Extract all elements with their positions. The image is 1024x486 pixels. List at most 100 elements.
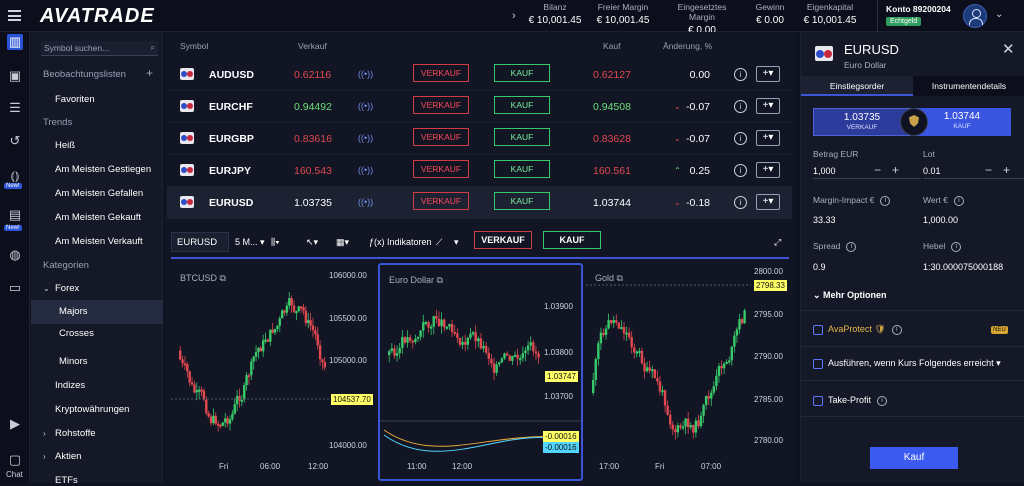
interval-select[interactable]: 5 M... ▾ xyxy=(235,237,265,248)
chat-icon[interactable]: ▢ xyxy=(7,452,23,468)
table-row[interactable]: EURCHF 0.94492 ((•)) VERKAUF KAUF 0.94508 ⌄ -0.… xyxy=(167,91,792,123)
signal-icon[interactable]: ((•)) xyxy=(358,101,373,111)
buy-submit-button[interactable]: Kauf xyxy=(870,447,958,469)
x-tick: Fri xyxy=(219,462,229,471)
row-buy-button[interactable]: KAUF xyxy=(494,160,550,178)
chevron-down-icon[interactable]: ⌄ xyxy=(43,284,50,293)
row-buy-button[interactable]: KAUF xyxy=(494,128,550,146)
signal-icon[interactable]: ((•)) xyxy=(358,197,373,207)
table-row[interactable]: EURGBP 0.83616 ((•)) VERKAUF KAUF 0.83628 ⌄ -0.… xyxy=(167,123,792,155)
sidebar-item-trend[interactable]: Heiß xyxy=(55,140,75,151)
add-watchlist-icon[interactable]: + xyxy=(146,66,153,80)
card-icon[interactable]: ▭ xyxy=(7,280,23,296)
chart-panel-btcusd[interactable]: BTCUSD ⧉ 106000.00 105500.00 105000.00 1… xyxy=(171,263,375,481)
info-icon[interactable]: i xyxy=(734,132,747,145)
candle xyxy=(188,371,191,383)
signal-icon[interactable]: ((•)) xyxy=(358,165,373,175)
expand-icon[interactable]: ⤢ xyxy=(774,237,781,248)
lot-plus[interactable]: + xyxy=(1003,163,1010,177)
candle-type-icon[interactable]: ⫼▾ xyxy=(271,237,280,248)
add-menu-button[interactable]: +▾ xyxy=(756,162,780,178)
info-icon[interactable]: i xyxy=(734,100,747,113)
history-icon[interactable]: ↺ xyxy=(7,133,23,149)
chart-symbol-input[interactable]: EURUSD xyxy=(171,232,229,252)
cursor-icon[interactable]: ↖▾ xyxy=(306,237,318,248)
chart-panel-gold[interactable]: Gold ⧉ 2800.00 2795.00 2790.00 2785.00 2… xyxy=(586,263,789,481)
sidebar-item-minors[interactable]: Minors xyxy=(59,356,88,367)
add-menu-button[interactable]: +▾ xyxy=(756,194,780,210)
sidebar-item-stocks[interactable]: Aktien xyxy=(55,451,81,462)
sidebar-item-commodities[interactable]: Rohstoffe xyxy=(55,428,96,439)
signal-icon[interactable]: ((•)) xyxy=(358,69,373,79)
info-icon[interactable]: i xyxy=(734,164,747,177)
chevron-right-icon[interactable]: › xyxy=(43,452,46,461)
chevron-right-icon[interactable]: › xyxy=(43,429,46,438)
more-options-toggle[interactable]: ⌄ Mehr Optionen xyxy=(813,290,887,301)
lot-minus[interactable]: − xyxy=(985,163,992,177)
amount-minus[interactable]: − xyxy=(874,163,881,177)
chart-buy-button[interactable]: KAUF xyxy=(543,231,601,249)
search-input[interactable]: Symbol suchen... ⌕ xyxy=(41,41,158,56)
briefcase-icon[interactable]: ▣ xyxy=(7,68,23,84)
close-icon[interactable]: ✕ xyxy=(1002,40,1015,58)
table-row[interactable]: AUDUSD 0.62116 ((•)) VERKAUF KAUF 0.62127 0.00… xyxy=(167,59,792,91)
sidebar-item-trend[interactable]: Am Meisten Verkauft xyxy=(55,236,143,247)
sidebar-item-crypto[interactable]: Kryptowährungen xyxy=(55,404,129,415)
video-icon[interactable]: ▶ xyxy=(7,416,23,432)
sidebar-item-trend[interactable]: Am Meisten Gestiegen xyxy=(55,164,151,175)
avaprotect-checkbox[interactable] xyxy=(813,325,823,335)
avatar[interactable] xyxy=(963,4,987,28)
signal-icon[interactable]: ((•)) xyxy=(358,133,373,143)
execute-checkbox[interactable] xyxy=(813,359,823,369)
row-buy-button[interactable]: KAUF xyxy=(494,64,550,82)
sidebar-item-trend[interactable]: Am Meisten Gefallen xyxy=(55,188,143,199)
row-sell-button[interactable]: VERKAUF xyxy=(413,96,469,114)
chart-icon[interactable]: ▥ xyxy=(7,34,23,50)
sidebar-item-favorites[interactable]: Favoriten xyxy=(55,94,95,105)
list-icon[interactable]: ☰ xyxy=(7,100,23,116)
sell-price-box[interactable]: 1.03735 VERKAUF xyxy=(813,108,911,136)
signal-icon[interactable]: ⦅⦆ xyxy=(7,168,23,184)
news-icon[interactable]: ▤ xyxy=(7,207,23,223)
sidebar-item-forex[interactable]: Forex xyxy=(55,283,79,294)
indicators-button[interactable]: ƒ(x) Indikatoren xyxy=(369,237,432,247)
sidebar-item-trend[interactable]: Am Meisten Gekauft xyxy=(55,212,141,223)
add-menu-button[interactable]: +▾ xyxy=(756,98,780,114)
draw-icon[interactable]: ⟋ xyxy=(436,237,442,248)
amount-plus[interactable]: + xyxy=(892,163,899,177)
chevron-right-icon[interactable]: › xyxy=(512,10,516,22)
layout-icon[interactable]: ▦▾ xyxy=(336,237,349,248)
candle xyxy=(390,348,394,352)
sidebar-item-crosses[interactable]: Crosses xyxy=(59,328,94,339)
row-change: 0.00 xyxy=(689,69,710,81)
tab-entry-order[interactable]: Einstiegsorder xyxy=(801,76,913,96)
sidebar-item-etfs[interactable]: ETFs xyxy=(55,475,78,486)
globe-icon[interactable]: ◍ xyxy=(7,247,23,263)
table-row[interactable]: EURUSD 1.03735 ((•)) VERKAUF KAUF 1.03744 ⌄ -0.… xyxy=(167,187,792,219)
candle xyxy=(592,379,595,393)
row-buy-button[interactable]: KAUF xyxy=(494,96,550,114)
sidebar-item-majors[interactable]: Majors xyxy=(31,300,163,324)
account-box[interactable]: Konto 89200204 Echtgeld xyxy=(877,0,955,32)
add-menu-button[interactable]: +▾ xyxy=(756,130,780,146)
search-icon[interactable]: ⌕ xyxy=(151,43,155,53)
take-profit-checkbox[interactable] xyxy=(813,396,823,406)
chart-panel-eurusd[interactable]: Euro Dollar ⧉ 1.03900 1.03800 1.03700 1.… xyxy=(378,263,583,481)
more-icon[interactable]: ▾ xyxy=(454,237,459,248)
row-buy-button[interactable]: KAUF xyxy=(494,192,550,210)
chevron-down-icon[interactable]: ⌄ xyxy=(995,9,1003,20)
row-sell-button[interactable]: VERKAUF xyxy=(413,128,469,146)
stat-equity: Eigenkapital € 10,001.45 xyxy=(803,2,857,26)
row-sell-button[interactable]: VERKAUF xyxy=(413,192,469,210)
add-menu-button[interactable]: +▾ xyxy=(756,66,780,82)
table-row[interactable]: EURJPY 160.543 ((•)) VERKAUF KAUF 160.561 ⌃ 0.2… xyxy=(167,155,792,187)
row-sell-button[interactable]: VERKAUF xyxy=(413,64,469,82)
row-sell-button[interactable]: VERKAUF xyxy=(413,160,469,178)
info-icon[interactable]: i xyxy=(734,68,747,81)
info-icon[interactable]: i xyxy=(734,196,747,209)
candle xyxy=(193,384,196,393)
chart-sell-button[interactable]: VERKAUF xyxy=(474,231,532,249)
tab-instrument-details[interactable]: Instrumentendetails xyxy=(913,76,1024,96)
sidebar-item-indices[interactable]: Indizes xyxy=(55,380,85,391)
menu-icon[interactable] xyxy=(8,10,21,21)
